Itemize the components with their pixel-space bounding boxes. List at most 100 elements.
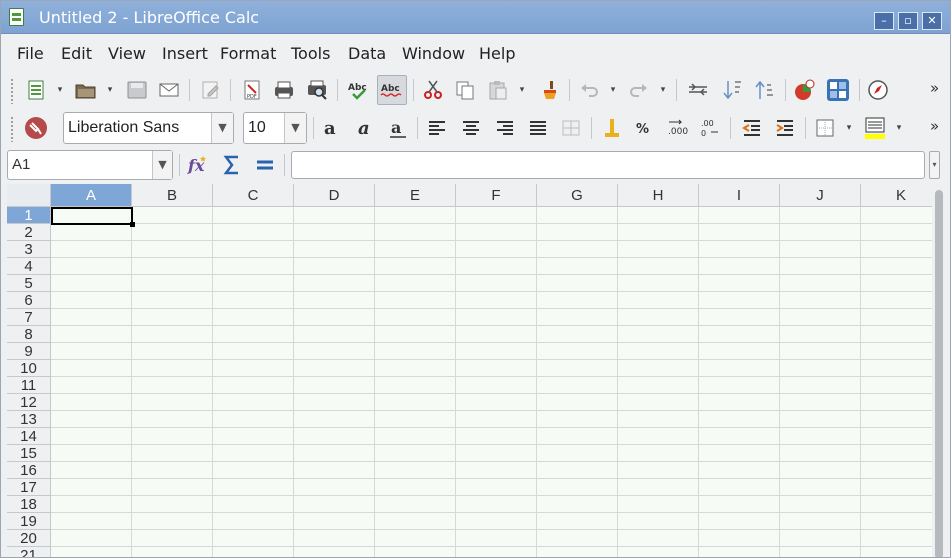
- row-header[interactable]: 7: [7, 309, 51, 326]
- function-wizard-icon[interactable]: fx: [183, 150, 213, 180]
- column-header-b[interactable]: B: [132, 184, 213, 207]
- undo-dropdown-arrow[interactable]: ▾: [608, 85, 618, 95]
- row-header[interactable]: 2: [7, 224, 51, 241]
- new-spreadsheet-icon[interactable]: [21, 75, 51, 105]
- edit-mode-icon[interactable]: [196, 75, 226, 105]
- row-header[interactable]: 8: [7, 326, 51, 343]
- column-header-e[interactable]: E: [375, 184, 456, 207]
- row-header[interactable]: 20: [7, 530, 51, 547]
- column-header-k[interactable]: K: [861, 184, 932, 207]
- toolbar2-overflow-button[interactable]: »: [930, 117, 939, 135]
- column-header-h[interactable]: H: [618, 184, 699, 207]
- row-header[interactable]: 15: [7, 445, 51, 462]
- row-header[interactable]: 6: [7, 292, 51, 309]
- row-header[interactable]: 18: [7, 496, 51, 513]
- fill-handle[interactable]: [130, 222, 135, 227]
- align-right-icon[interactable]: [490, 113, 520, 143]
- menu-insert[interactable]: Insert: [162, 44, 208, 63]
- formula-icon[interactable]: [250, 150, 280, 180]
- italic-icon[interactable]: a: [351, 113, 381, 143]
- open-folder-icon[interactable]: [71, 75, 101, 105]
- row-header[interactable]: 14: [7, 428, 51, 445]
- export-pdf-icon[interactable]: PDF: [237, 75, 267, 105]
- vertical-scrollbar[interactable]: [932, 184, 950, 557]
- paste-dropdown-arrow[interactable]: ▾: [517, 85, 527, 95]
- print-preview-icon[interactable]: [302, 75, 332, 105]
- number-format-icon[interactable]: .000: [662, 113, 692, 143]
- increase-indent-icon[interactable]: [770, 113, 800, 143]
- percent-format-icon[interactable]: %: [629, 113, 659, 143]
- borders-dropdown-arrow[interactable]: ▾: [844, 123, 854, 133]
- borders-icon[interactable]: [810, 113, 840, 143]
- find-replace-icon[interactable]: [683, 75, 713, 105]
- column-header-c[interactable]: C: [213, 184, 294, 207]
- menu-format[interactable]: Format: [220, 44, 276, 63]
- chevron-down-icon[interactable]: ▼: [152, 151, 172, 179]
- redo-dropdown-arrow[interactable]: ▾: [658, 85, 668, 95]
- redo-icon[interactable]: [623, 75, 653, 105]
- print-icon[interactable]: [269, 75, 299, 105]
- row-header[interactable]: 1: [7, 207, 51, 224]
- minimize-button[interactable]: –: [874, 12, 894, 30]
- row-header[interactable]: 3: [7, 241, 51, 258]
- justify-icon[interactable]: [523, 113, 553, 143]
- sort-ascending-icon[interactable]: [718, 75, 748, 105]
- bold-icon[interactable]: a: [317, 113, 347, 143]
- menu-edit[interactable]: Edit: [61, 44, 92, 63]
- save-icon[interactable]: [122, 75, 152, 105]
- background-color-icon[interactable]: [860, 113, 890, 143]
- row-header[interactable]: 9: [7, 343, 51, 360]
- sort-descending-icon[interactable]: [750, 75, 780, 105]
- cut-icon[interactable]: [418, 75, 448, 105]
- column-header-f[interactable]: F: [456, 184, 537, 207]
- row-header[interactable]: 12: [7, 394, 51, 411]
- select-all-corner[interactable]: [7, 184, 51, 207]
- toolbar-grip[interactable]: [10, 116, 14, 142]
- currency-format-icon[interactable]: [597, 113, 627, 143]
- column-header-j[interactable]: J: [780, 184, 861, 207]
- pivot-table-icon[interactable]: [823, 75, 853, 105]
- font-size-combobox[interactable]: 10 ▼: [243, 112, 307, 144]
- column-header-a[interactable]: A: [51, 184, 132, 207]
- cell-cursor-a1[interactable]: [51, 207, 135, 227]
- sidebar-settings-icon[interactable]: [21, 113, 51, 143]
- row-header[interactable]: 19: [7, 513, 51, 530]
- open-dropdown-arrow[interactable]: ▾: [105, 85, 115, 95]
- row-header[interactable]: 17: [7, 479, 51, 496]
- sum-icon[interactable]: [217, 150, 247, 180]
- expand-formula-bar-button[interactable]: ▾: [929, 151, 940, 179]
- row-header[interactable]: 16: [7, 462, 51, 479]
- spellcheck-icon[interactable]: Abc: [344, 75, 374, 105]
- row-header[interactable]: 13: [7, 411, 51, 428]
- row-header[interactable]: 4: [7, 258, 51, 275]
- row-header[interactable]: 10: [7, 360, 51, 377]
- undo-icon[interactable]: [575, 75, 605, 105]
- background-color-dropdown-arrow[interactable]: ▾: [894, 123, 904, 133]
- align-center-icon[interactable]: [456, 113, 486, 143]
- menu-window[interactable]: Window: [402, 44, 465, 63]
- name-box[interactable]: A1 ▼: [7, 150, 173, 180]
- row-header[interactable]: 5: [7, 275, 51, 292]
- column-header-d[interactable]: D: [294, 184, 375, 207]
- close-button[interactable]: ✕: [922, 12, 942, 30]
- scrollbar-thumb[interactable]: [935, 190, 943, 557]
- menu-help[interactable]: Help: [479, 44, 515, 63]
- font-name-combobox[interactable]: Liberation Sans ▼: [63, 112, 234, 144]
- menu-data[interactable]: Data: [348, 44, 386, 63]
- decrease-indent-icon[interactable]: [737, 113, 767, 143]
- copy-icon[interactable]: [450, 75, 480, 105]
- column-header-g[interactable]: G: [537, 184, 618, 207]
- row-header[interactable]: 11: [7, 377, 51, 394]
- insert-chart-icon[interactable]: [789, 75, 819, 105]
- chevron-down-icon[interactable]: ▼: [284, 113, 306, 143]
- paste-icon[interactable]: [483, 75, 513, 105]
- merge-cells-icon[interactable]: [556, 113, 586, 143]
- menu-view[interactable]: View: [108, 44, 146, 63]
- decimal-places-icon[interactable]: .00 0: [695, 113, 725, 143]
- new-dropdown-arrow[interactable]: ▾: [55, 85, 65, 95]
- navigator-icon[interactable]: [863, 75, 893, 105]
- row-header[interactable]: 21: [7, 547, 51, 557]
- formula-input[interactable]: [291, 151, 925, 179]
- maximize-button[interactable]: ▫: [898, 12, 918, 30]
- email-icon[interactable]: [154, 75, 184, 105]
